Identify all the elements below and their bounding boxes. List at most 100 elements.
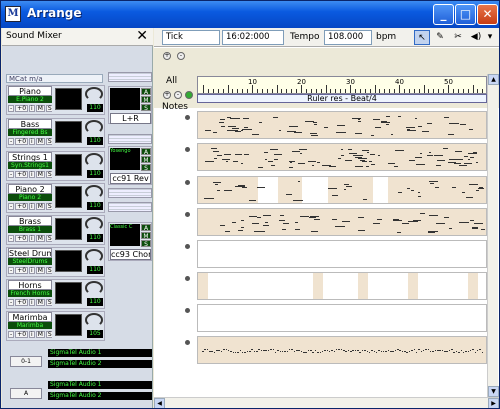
channel-input-button[interactable]: i [29, 331, 35, 338]
note-event[interactable] [394, 350, 397, 352]
channel-solo-button[interactable]: S [45, 267, 52, 274]
note-event[interactable] [436, 223, 445, 225]
note-event[interactable] [210, 148, 218, 150]
note-event[interactable] [463, 156, 469, 158]
note-event[interactable] [441, 350, 444, 352]
effect-preset[interactable]: Yosengo [110, 148, 140, 170]
channel-minus-button[interactable]: - [8, 105, 15, 112]
note-event[interactable] [243, 126, 249, 128]
output-device[interactable]: SigmaTel Audio 1 [48, 349, 152, 357]
note-event[interactable] [310, 230, 318, 232]
note-event[interactable] [237, 351, 239, 353]
note-event[interactable] [292, 151, 301, 153]
note-event[interactable] [308, 161, 317, 163]
channel-transpose-button[interactable]: +0 [15, 235, 29, 242]
note-event[interactable] [321, 350, 324, 352]
note-event[interactable] [277, 350, 279, 352]
pan-knob-icon[interactable] [85, 281, 103, 295]
note-event[interactable] [426, 155, 433, 157]
note-event[interactable] [404, 350, 406, 352]
fader-bar[interactable] [108, 134, 152, 144]
note-event[interactable] [394, 150, 404, 152]
channel-transpose-button[interactable]: +0 [15, 267, 29, 274]
note-event[interactable] [408, 351, 411, 353]
note-event[interactable] [470, 219, 474, 221]
collapse-icon[interactable]: - [174, 91, 182, 99]
note-event[interactable] [340, 154, 345, 156]
channel-input-button[interactable]: i [29, 105, 35, 112]
note-event[interactable] [347, 349, 350, 351]
scroll-right-icon[interactable]: ▶ [488, 398, 499, 408]
note-event[interactable] [442, 148, 448, 150]
note-event[interactable] [251, 222, 260, 224]
note-event[interactable] [214, 157, 218, 159]
note-event[interactable] [422, 349, 425, 351]
note-event[interactable] [434, 187, 440, 189]
note-event[interactable] [296, 350, 298, 352]
note-event[interactable] [469, 128, 474, 130]
note-event[interactable] [460, 349, 462, 351]
note-event[interactable] [472, 349, 474, 351]
note-event[interactable] [475, 162, 478, 164]
note-event[interactable] [267, 349, 270, 351]
note-event[interactable] [352, 350, 354, 352]
note-event[interactable] [292, 199, 303, 201]
note-event[interactable] [270, 349, 272, 351]
track-record-icon[interactable] [185, 308, 190, 313]
note-event[interactable] [474, 351, 477, 353]
channel-name[interactable]: Piano 2 [8, 184, 52, 194]
note-event[interactable] [308, 216, 316, 218]
note-event[interactable] [444, 217, 450, 219]
note-event[interactable] [337, 158, 341, 159]
note-event[interactable] [401, 351, 404, 353]
note-event[interactable] [256, 351, 258, 352]
note-event[interactable] [286, 194, 292, 196]
note-event[interactable] [278, 129, 282, 131]
pencil-icon[interactable]: ✎ [432, 30, 448, 45]
note-event[interactable] [444, 116, 449, 118]
pan-knob-icon[interactable] [85, 249, 103, 263]
note-event[interactable] [410, 190, 414, 192]
note-event[interactable] [435, 165, 441, 167]
note-event[interactable] [380, 351, 383, 353]
note-event[interactable] [206, 349, 209, 351]
effect-s-button[interactable]: S [141, 164, 151, 172]
note-event[interactable] [428, 214, 439, 216]
note-event[interactable] [462, 192, 466, 194]
note-event[interactable] [262, 215, 271, 217]
note-event[interactable] [358, 120, 361, 122]
note-event[interactable] [470, 156, 475, 158]
note-event[interactable] [375, 126, 382, 128]
note-event[interactable] [453, 162, 462, 164]
note-event[interactable] [387, 163, 396, 165]
channel-instrument[interactable]: Fingered Bs [8, 129, 52, 136]
note-event[interactable] [227, 129, 235, 131]
channel-input-button[interactable]: i [29, 267, 35, 274]
pan-knob-icon[interactable] [85, 185, 103, 199]
channel-instrument[interactable]: French Horns [8, 290, 52, 297]
pan-knob-icon[interactable] [85, 87, 103, 101]
note-event[interactable] [288, 349, 291, 351]
note-event[interactable] [300, 351, 303, 353]
channel-minus-button[interactable]: - [8, 235, 15, 242]
note-event[interactable] [240, 163, 244, 165]
note-event[interactable] [332, 219, 337, 221]
note-event[interactable] [216, 155, 222, 157]
channel-transpose-button[interactable]: +0 [15, 138, 29, 145]
note-event[interactable] [299, 153, 303, 155]
note-event[interactable] [256, 187, 265, 189]
note-event[interactable] [297, 181, 300, 183]
note-event[interactable] [300, 215, 309, 217]
note-event[interactable] [357, 350, 359, 352]
channel-solo-button[interactable]: S [45, 235, 52, 242]
note-event[interactable] [429, 351, 432, 352]
note-event[interactable] [289, 166, 293, 168]
note-event[interactable] [474, 183, 478, 185]
note-event[interactable] [219, 122, 224, 124]
scissors-icon[interactable]: ✂ [450, 30, 466, 45]
note-event[interactable] [481, 228, 486, 230]
time-field[interactable]: 16:02:000 [222, 30, 284, 45]
note-event[interactable] [317, 161, 320, 163]
channel-instrument[interactable]: Piano 2 [8, 194, 52, 201]
note-event[interactable] [465, 196, 470, 198]
